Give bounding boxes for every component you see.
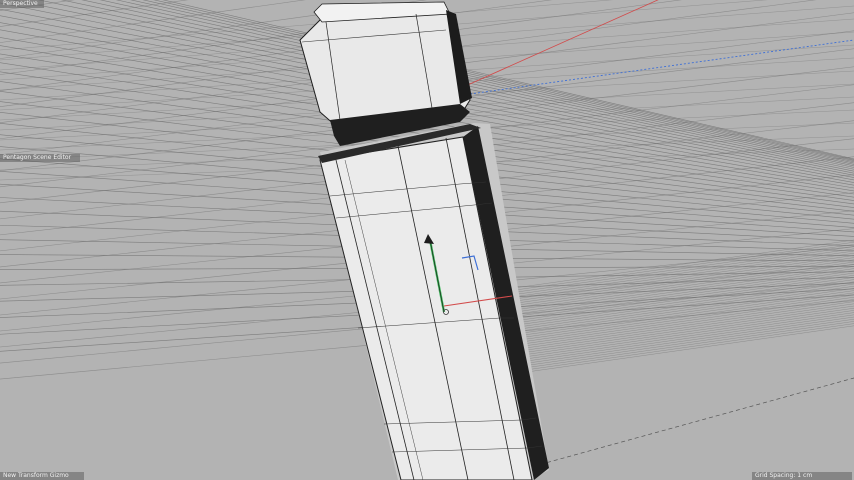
ground-dashed-line — [519, 377, 854, 471]
z-axis-line — [469, 39, 854, 95]
grid-spacing-label: Grid Spacing: 1 cm — [752, 472, 852, 480]
3d-viewport[interactable]: Perspective Pentagon Scene Editor New Tr… — [0, 0, 854, 480]
head-block[interactable] — [299, 1, 472, 146]
editor-label: Pentagon Scene Editor — [0, 154, 80, 162]
gizmo-mode-label[interactable]: New Transform Gizmo — [0, 472, 84, 480]
body-block[interactable] — [318, 123, 549, 480]
scene-canvas[interactable] — [0, 0, 854, 480]
viewport-label[interactable]: Perspective — [0, 0, 44, 8]
